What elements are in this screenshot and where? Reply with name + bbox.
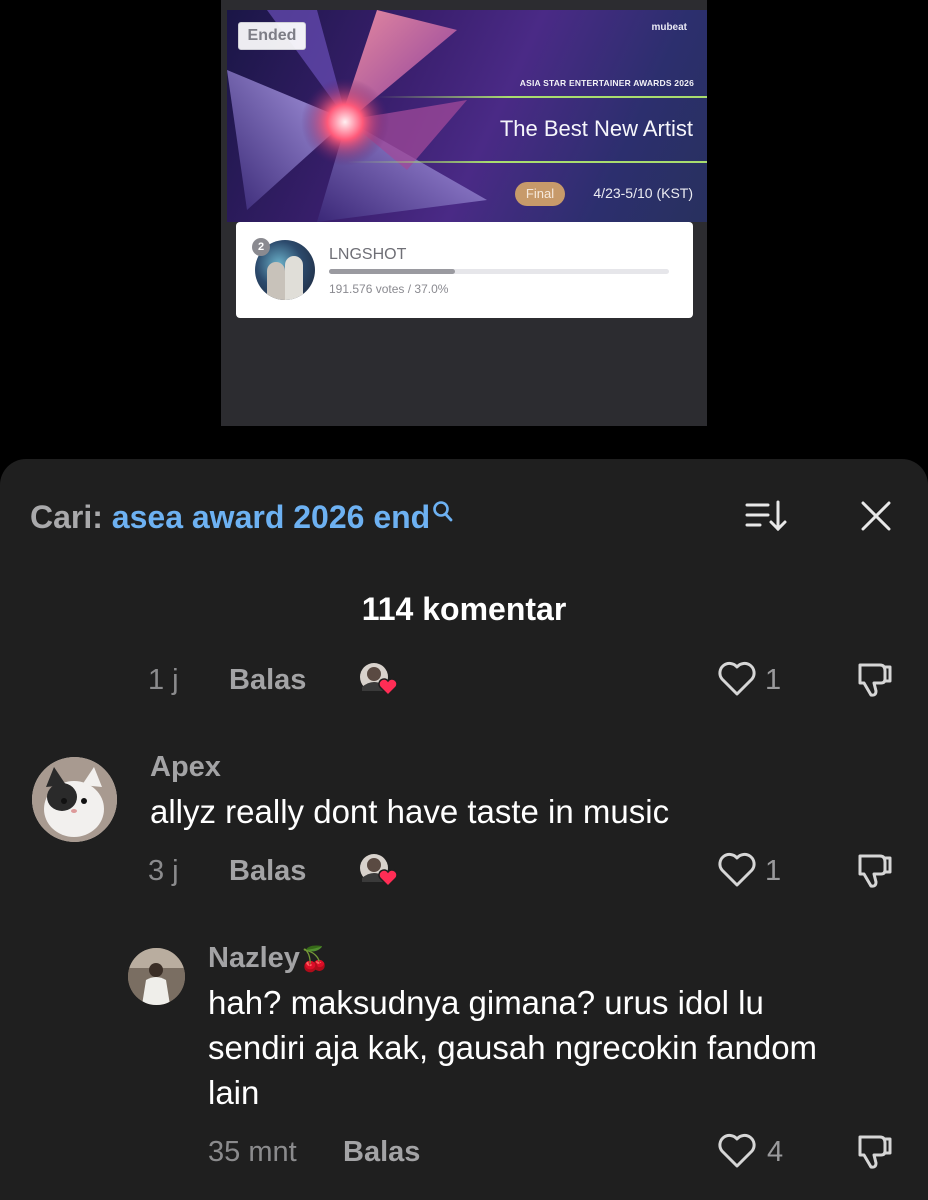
rank-badge: 2 — [252, 238, 270, 256]
comment-time: 35 mnt — [208, 1136, 297, 1168]
sort-icon[interactable] — [744, 497, 790, 535]
reply-button[interactable]: Balas — [229, 664, 306, 697]
search-icon[interactable] — [432, 497, 454, 523]
like-heart-icon[interactable] — [717, 661, 757, 697]
like-count: 1 — [765, 664, 782, 696]
shared-image[interactable]: Ended mubeat ASIA STAR ENTERTAINER AWARD… — [221, 0, 707, 426]
status-badge: Ended — [238, 22, 306, 50]
creator-liked-icon — [360, 663, 398, 697]
like-count: 4 — [767, 1136, 784, 1168]
creator-liked-icon — [360, 854, 398, 888]
search-bar[interactable]: Cari: asea award 2026 end — [30, 499, 454, 536]
vote-progress-fill — [329, 269, 455, 274]
comment-time: 3 j — [148, 855, 179, 887]
vote-count: 191.576 votes / 37.0% — [329, 282, 449, 296]
reply-button[interactable]: Balas — [343, 1136, 420, 1169]
like-count: 1 — [765, 855, 782, 887]
award-banner: Ended mubeat ASIA STAR ENTERTAINER AWARD… — [227, 10, 707, 222]
comment-username[interactable]: Nazley🍒 — [208, 942, 330, 975]
round-badge: Final — [515, 182, 565, 206]
like-heart-icon[interactable] — [717, 852, 757, 888]
award-category: The Best New Artist — [499, 116, 693, 141]
reply-button[interactable]: Balas — [229, 855, 306, 888]
comment-time: 1 j — [148, 664, 179, 696]
vote-progress-bar — [329, 269, 669, 274]
search-label: Cari: — [30, 499, 103, 535]
comment-text-line: sendiri aja kak, gausah ngrecokin fandom — [208, 1029, 818, 1066]
vote-dates: 4/23-5/10 (KST) — [593, 185, 693, 201]
dislike-icon[interactable] — [852, 1131, 894, 1171]
dislike-icon[interactable] — [852, 659, 894, 699]
divider — [377, 96, 707, 98]
comment-text: allyz really dont have taste in music — [150, 793, 670, 830]
comment-username[interactable]: Apex — [150, 751, 221, 784]
comment-text-line: hah? maksudnya gimana? urus idol lu — [208, 984, 764, 1021]
comment-text: hah? maksudnya gimana? urus idol lu send… — [208, 980, 817, 1115]
like-heart-icon[interactable] — [717, 1133, 757, 1169]
user-avatar[interactable] — [32, 757, 117, 842]
dislike-icon[interactable] — [852, 850, 894, 890]
close-icon[interactable] — [858, 497, 894, 535]
comments-sheet: Cari: asea award 2026 end 114 komentar 1… — [0, 459, 928, 1200]
user-avatar[interactable] — [128, 948, 185, 1005]
cherry-emoji: 🍒 — [299, 946, 330, 973]
search-query-link[interactable]: asea award 2026 end — [112, 499, 430, 535]
artist-name: LNGSHOT — [329, 246, 407, 263]
award-title: ASIA STAR ENTERTAINER AWARDS 2026 — [519, 78, 694, 88]
vote-entry-card[interactable]: 2 LNGSHOT 191.576 votes / 37.0% — [236, 222, 693, 318]
divider — [347, 161, 707, 163]
brand-logo: mubeat — [651, 22, 687, 33]
comment-text-line: lain — [208, 1074, 260, 1111]
comment-count: 114 komentar — [361, 591, 567, 627]
